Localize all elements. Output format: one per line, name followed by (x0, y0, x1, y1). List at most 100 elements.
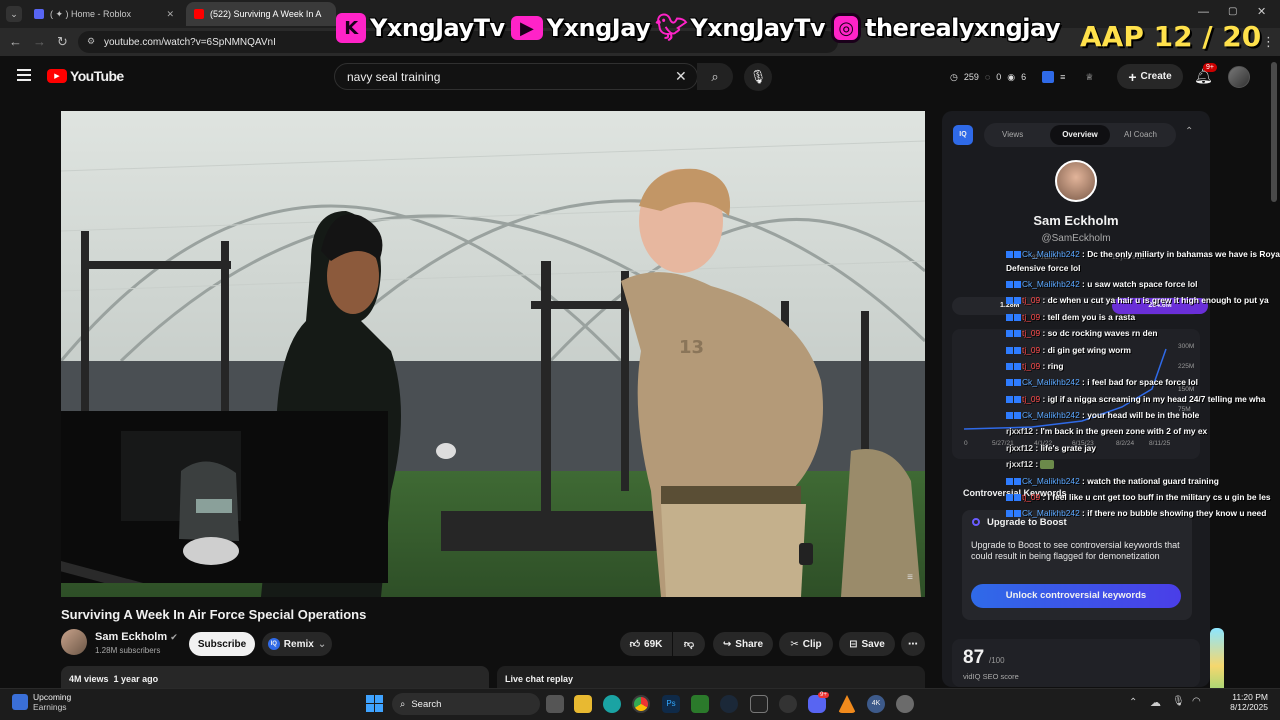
chat-user: Ck_Malikhb242 (1022, 410, 1080, 420)
badge-icon (1006, 379, 1013, 387)
forward-icon[interactable]: → (33, 34, 46, 49)
clock-time: 11:20 PM (1232, 692, 1268, 702)
tray-chevron-icon[interactable]: ⌃ (1129, 697, 1137, 708)
close-tab-icon[interactable]: ✕ (166, 9, 174, 20)
tab-youtube[interactable]: (522) Surviving A Week In A (186, 2, 336, 26)
channel-name[interactable]: Sam Eckholm ✔ (95, 631, 178, 643)
share-button[interactable]: ↪ Share (713, 632, 773, 656)
badge-icon (1006, 478, 1013, 486)
badge-icon (1014, 363, 1021, 371)
youtube-logo[interactable]: ▶ YouTube (47, 68, 124, 84)
xbox-icon[interactable] (691, 695, 709, 713)
close-window-icon[interactable]: ✕ (1257, 5, 1266, 18)
menu-dots-icon[interactable]: ⋮ (1262, 34, 1275, 50)
discord-badge: 9+ (818, 692, 829, 698)
vidiq-logo: IQ (953, 125, 973, 145)
chrome-icon[interactable] (632, 695, 650, 713)
tab-list-button[interactable]: ⌄ (6, 6, 22, 22)
twitter-handle-text: YxngJayTv (690, 14, 825, 42)
chat-line: tj_09 : igl if a nigga screaming in my h… (1006, 394, 1265, 404)
list-icon[interactable]: ≡ (1060, 72, 1065, 82)
video-player[interactable]: 13 ≡ (61, 111, 925, 597)
dislike-button[interactable]: 👎︎ (673, 632, 705, 656)
remix-label: Remix (283, 638, 314, 650)
start-button[interactable] (366, 695, 383, 712)
chat-user: Ck_Malikhb242 (1022, 279, 1080, 289)
roblox-favicon-icon (34, 9, 44, 19)
chevron-down-icon: ⌄ (317, 638, 327, 650)
youtube-handle: ▶ YxngJay (510, 14, 651, 42)
obs-icon[interactable] (779, 695, 797, 713)
maximize-icon[interactable]: ▢ (1228, 6, 1237, 17)
photoshop-icon[interactable]: Ps (662, 695, 680, 713)
steam-icon[interactable] (720, 695, 738, 713)
badge-icon (1006, 396, 1013, 404)
clear-search-icon[interactable]: ✕ (675, 68, 687, 85)
search-input[interactable]: navy seal training ✕ (334, 63, 698, 90)
more-actions-button[interactable]: ⋯ (901, 632, 925, 656)
channel-avatar[interactable] (61, 629, 87, 655)
vidiq-small-icon[interactable] (1042, 71, 1055, 83)
file-explorer-icon[interactable] (574, 695, 592, 713)
seo-label: vidIQ SEO score (963, 672, 1019, 681)
search-button[interactable]: ⌕ (697, 63, 733, 90)
chat-user: tj_09 (1022, 328, 1041, 338)
subscribe-button[interactable]: Subscribe (189, 632, 255, 656)
vidiq-tabs: Views Overview AI Coach (984, 123, 1176, 147)
like-button[interactable]: 👍︎ 69K (620, 632, 672, 656)
trophy-icon[interactable]: ♕ (1085, 72, 1093, 83)
settings-overlay-icon[interactable]: ≡ (907, 572, 913, 583)
chat-user: tj_09 (1022, 361, 1041, 371)
tab-views[interactable]: Views (1002, 130, 1023, 139)
4k-video-icon[interactable]: 4K (867, 695, 885, 713)
back-icon[interactable]: ← (9, 34, 22, 49)
epic-games-icon[interactable] (750, 695, 768, 713)
network-icon[interactable]: ☁ (1150, 696, 1161, 709)
unlock-keywords-button[interactable]: Unlock controversial keywords (971, 584, 1181, 608)
badge-icon (1006, 281, 1013, 289)
site-info-icon[interactable]: ⚙ (87, 36, 95, 47)
notification-count: 9+ (1203, 63, 1217, 72)
task-view-icon[interactable] (546, 695, 564, 713)
taskbar-search[interactable]: ⌕ Search (392, 693, 540, 715)
search-icon: ⌕ (400, 698, 406, 710)
tab-overview[interactable]: Overview (1050, 125, 1110, 145)
chat-line: Ck_Malikhb242 : your head will be in the… (1006, 410, 1199, 420)
live-chat-replay-header[interactable]: Live chat replay (497, 666, 925, 688)
save-button[interactable]: ⊟ Save (839, 632, 895, 656)
hamburger-menu-icon[interactable] (17, 69, 31, 81)
create-button[interactable]: + Create (1117, 64, 1183, 89)
chat-message: Defensive force lol (1006, 263, 1081, 273)
live-chat-label: Live chat replay (505, 674, 574, 684)
voice-search-button[interactable]: 🎙︎ (744, 63, 772, 91)
clip-button[interactable]: ✂ Clip (779, 632, 833, 656)
chat-user: tj_09 (1022, 345, 1041, 355)
edge-icon[interactable] (603, 695, 621, 713)
settings-icon[interactable] (896, 695, 914, 713)
tray-mic-icon[interactable]: 🎙︎ (1172, 696, 1185, 707)
remix-button[interactable]: IQ Remix ⌄ (262, 632, 332, 656)
chat-user: tj_09 (1022, 295, 1041, 305)
minimize-icon[interactable]: — (1198, 6, 1209, 18)
tab-ai-coach[interactable]: AI Coach (1124, 130, 1157, 139)
chat-user: Ck_Malikhb242 (1022, 249, 1080, 259)
youtube-handle-text: YxngJay (546, 14, 651, 42)
clock[interactable]: 11:20 PM 8/12/2025 (1222, 692, 1268, 712)
badge-icon (1006, 510, 1013, 518)
notifications-button[interactable]: 🔔︎ 9+ (1194, 63, 1217, 85)
page-scrollbar[interactable] (1271, 62, 1277, 202)
collapse-icon[interactable]: ⌃ (1185, 126, 1193, 137)
video-title: Surviving A Week In Air Force Special Op… (61, 607, 367, 622)
weather-widget[interactable]: Upcoming Earnings (12, 692, 71, 712)
tab-roblox[interactable]: ( ✦ ) Home - Roblox ✕ (26, 2, 182, 26)
wifi-icon[interactable]: ◠ (1192, 696, 1201, 707)
description-box[interactable]: 4M views 1 year ago (61, 666, 489, 688)
boost-title: Upgrade to Boost (987, 517, 1067, 528)
search-value: navy seal training (347, 69, 441, 84)
reload-icon[interactable]: ↻ (57, 34, 68, 50)
youtube-play-icon: ▶ (510, 16, 543, 40)
chat-user: tj_09 (1022, 394, 1041, 404)
chat-line: tj_09 : ring (1006, 361, 1063, 371)
y-label-150m: 150M (1178, 386, 1195, 393)
avatar[interactable] (1228, 66, 1250, 88)
